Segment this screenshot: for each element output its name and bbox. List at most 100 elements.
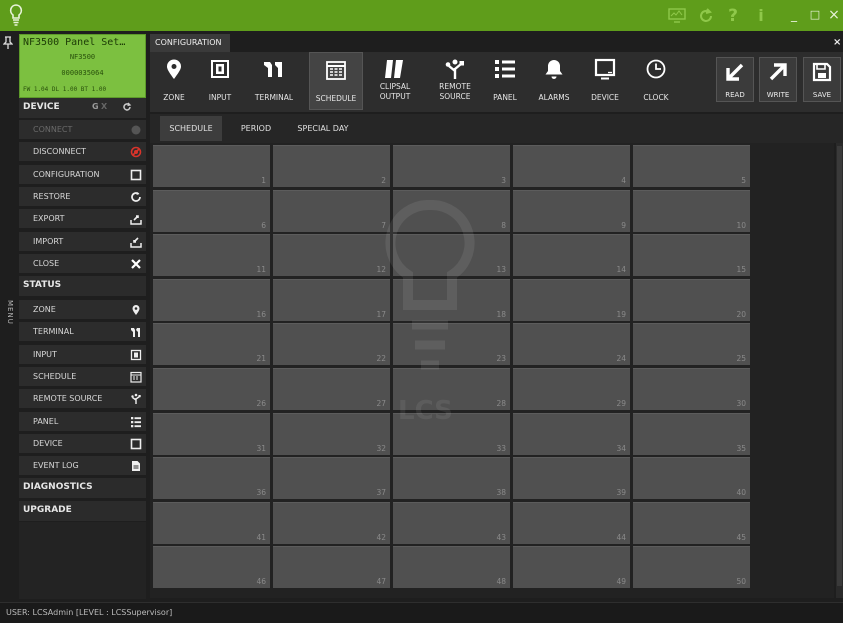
schedule-cell[interactable]: 14 (513, 234, 630, 277)
schedule-cell[interactable]: 5 (633, 145, 750, 187)
schedule-cell[interactable]: 12 (273, 234, 390, 277)
schedule-cell[interactable]: 32 (273, 412, 390, 455)
schedule-cell[interactable]: 9 (513, 189, 630, 232)
tool-alarms-button[interactable]: ALARMS (530, 52, 578, 110)
device-section-header[interactable]: DEVICE G X (19, 98, 146, 118)
schedule-cell[interactable]: 43 (393, 501, 510, 544)
schedule-cell[interactable]: 34 (513, 412, 630, 455)
sidebar-status-item-event-log[interactable]: EVENT LOG (19, 456, 146, 477)
schedule-cell[interactable]: 18 (393, 278, 510, 321)
sidebar-status-item-zone[interactable]: ZONE (19, 300, 146, 320)
schedule-cell[interactable]: 6 (153, 189, 270, 232)
tool-panel-button[interactable]: PANEL (483, 52, 527, 110)
schedule-cell[interactable]: 13 (393, 234, 510, 277)
schedule-cell[interactable]: 50 (633, 546, 750, 589)
schedule-cell[interactable]: 7 (273, 189, 390, 232)
tool-terminal-button[interactable]: TERMINAL (244, 52, 304, 110)
minimize-button[interactable]: _ (785, 6, 803, 24)
subtab-period[interactable]: PERIOD (232, 116, 280, 141)
tab-configuration[interactable]: CONFIGURATION (150, 34, 230, 52)
schedule-cell[interactable]: 45 (633, 501, 750, 544)
schedule-cell[interactable]: 29 (513, 368, 630, 410)
schedule-cell[interactable]: 37 (273, 457, 390, 500)
schedule-cell[interactable]: 24 (513, 323, 630, 366)
schedule-cell[interactable]: 17 (273, 278, 390, 321)
tool-input-button[interactable]: INPUT (199, 52, 241, 110)
schedule-cell[interactable]: 44 (513, 501, 630, 544)
save-button[interactable]: SAVE (803, 57, 841, 102)
pin-icon[interactable] (2, 36, 15, 50)
schedule-cell[interactable]: 15 (633, 234, 750, 277)
schedule-cell[interactable]: 26 (153, 368, 270, 410)
device-refresh-icon[interactable] (122, 102, 132, 114)
schedule-cell[interactable]: 48 (393, 546, 510, 589)
schedule-cell[interactable]: 4 (513, 145, 630, 187)
schedule-cell[interactable]: 21 (153, 323, 270, 366)
schedule-cell[interactable]: 22 (273, 323, 390, 366)
schedule-cell[interactable]: 39 (513, 457, 630, 500)
device-panel[interactable]: NF3500 Panel Set… NF3500 0000035064 FW 1… (19, 34, 146, 98)
schedule-cell[interactable]: 11 (153, 234, 270, 277)
refresh-icon[interactable] (696, 6, 716, 25)
schedule-cell[interactable]: 20 (633, 278, 750, 321)
tool-zone-button[interactable]: ZONE (152, 52, 196, 110)
schedule-number: 41 (256, 532, 266, 542)
help-icon[interactable]: ? (725, 6, 741, 26)
diagnostics-section-header[interactable]: DIAGNOSTICS (19, 478, 146, 498)
sidebar-status-item-remote-source[interactable]: REMOTE SOURCE (19, 389, 146, 410)
schedule-cell[interactable]: 47 (273, 546, 390, 589)
tool-schedule-button[interactable]: SCHEDULE (309, 52, 363, 110)
schedule-cell[interactable]: 1 (153, 145, 270, 187)
sidebar-item-connect[interactable]: CONNECT (19, 120, 146, 140)
tool-device-button[interactable]: DEVICE (582, 52, 628, 110)
schedule-cell[interactable]: 31 (153, 412, 270, 455)
schedule-cell[interactable]: 41 (153, 501, 270, 544)
device-section-x[interactable]: X (101, 102, 107, 111)
maximize-button[interactable]: □ (806, 6, 824, 24)
sidebar-status-item-input[interactable]: INPUT (19, 344, 146, 365)
tool-clock-button[interactable]: CLOCK (630, 52, 682, 110)
schedule-cell[interactable]: 42 (273, 501, 390, 544)
read-button[interactable]: READ (716, 57, 754, 102)
sidebar-status-item-terminal[interactable]: TERMINAL (19, 322, 146, 343)
schedule-cell[interactable]: 19 (513, 278, 630, 321)
status-section-header[interactable]: STATUS (19, 276, 146, 296)
tool-clipsal-output-button[interactable]: CLIPSAL OUTPUT (366, 52, 424, 110)
schedule-cell[interactable]: 16 (153, 278, 270, 321)
schedule-cell[interactable]: 10 (633, 189, 750, 232)
sidebar-item-export[interactable]: EXPORT (19, 209, 146, 230)
schedule-cell[interactable]: 36 (153, 457, 270, 500)
sidebar-status-item-schedule[interactable]: SCHEDULE (19, 366, 146, 387)
subtab-special-day[interactable]: SPECIAL DAY (288, 116, 358, 141)
schedule-cell[interactable]: 3 (393, 145, 510, 187)
schedule-cell[interactable]: 35 (633, 412, 750, 455)
schedule-cell[interactable]: 25 (633, 323, 750, 366)
schedule-cell[interactable]: 40 (633, 457, 750, 500)
sidebar-item-configuration[interactable]: CONFIGURATION (19, 164, 146, 185)
device-section-g[interactable]: G (92, 102, 99, 111)
schedule-cell[interactable]: 38 (393, 457, 510, 500)
close-configuration-icon[interactable]: × (833, 37, 841, 48)
sidebar-status-item-panel[interactable]: PANEL (19, 411, 146, 432)
sidebar-item-disconnect[interactable]: DISCONNECT (19, 142, 146, 163)
menu-toggle[interactable]: MENU (2, 300, 14, 325)
schedule-cell[interactable]: 27 (273, 368, 390, 410)
upgrade-section-header[interactable]: UPGRADE (19, 501, 146, 521)
schedule-cell[interactable]: 8 (393, 189, 510, 232)
tool-remote-source-button[interactable]: REMOTE SOURCE (428, 52, 482, 110)
schedule-cell[interactable]: 49 (513, 546, 630, 589)
subtab-schedule[interactable]: SCHEDULE (160, 116, 222, 141)
window-close-button[interactable]: × (825, 6, 843, 24)
schedule-cell[interactable]: 30 (633, 368, 750, 410)
schedule-cell[interactable]: 46 (153, 546, 270, 589)
info-icon[interactable]: i (755, 6, 767, 25)
sidebar-item-restore[interactable]: RESTORE (19, 186, 146, 207)
schedule-cell[interactable]: 2 (273, 145, 390, 187)
write-button[interactable]: WRITE (759, 57, 797, 102)
schedule-cell[interactable]: 23 (393, 323, 510, 366)
sidebar-item-import[interactable]: IMPORT (19, 231, 146, 252)
monitor-icon[interactable] (667, 6, 687, 25)
sidebar-status-item-device[interactable]: DEVICE (19, 433, 146, 454)
sidebar-item-close[interactable]: CLOSE (19, 253, 146, 274)
grid-scrollbar-thumb[interactable] (837, 146, 842, 586)
